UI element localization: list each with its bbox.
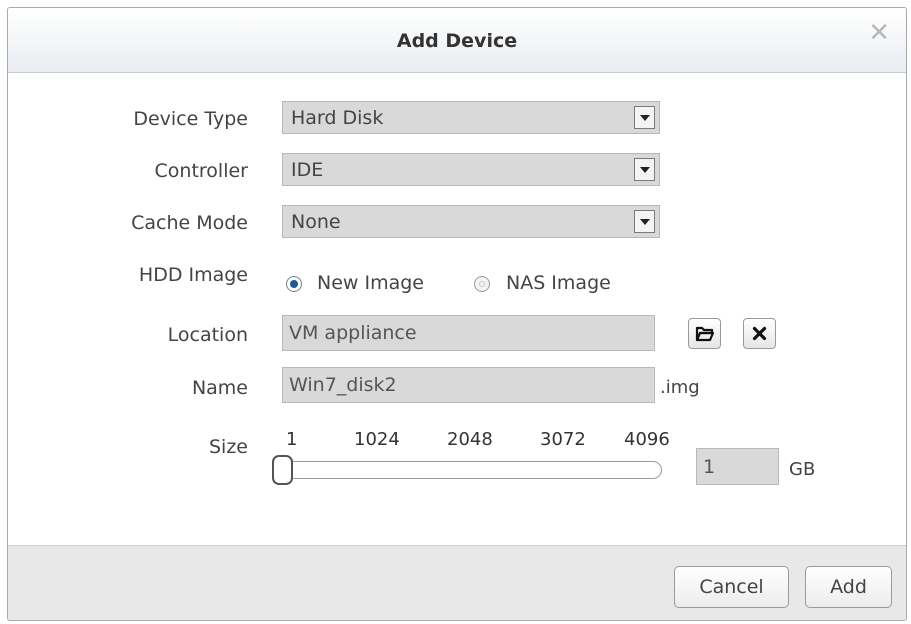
device-type-label: Device Type — [133, 108, 248, 130]
size-slider-handle[interactable] — [272, 455, 293, 485]
dialog-title: Add Device — [396, 30, 518, 52]
chevron-down-icon[interactable] — [634, 106, 655, 129]
device-type-select[interactable]: Hard Disk — [282, 101, 660, 134]
size-unit: GB — [789, 459, 816, 480]
size-field[interactable]: 1 — [696, 448, 779, 485]
size-slider-track[interactable] — [284, 461, 662, 479]
clear-button[interactable] — [743, 318, 776, 349]
chevron-down-icon[interactable] — [634, 210, 655, 233]
nas-image-label[interactable]: NAS Image — [506, 272, 611, 294]
location-field[interactable]: VM appliance — [282, 315, 655, 351]
size-tick: 4096 — [624, 429, 670, 450]
new-image-label[interactable]: New Image — [317, 272, 424, 294]
size-tick: 1 — [286, 429, 298, 450]
chevron-down-icon[interactable] — [634, 158, 655, 181]
location-label: Location — [167, 324, 248, 346]
close-icon[interactable]: ✕ — [868, 20, 890, 46]
add-button[interactable]: Add — [805, 566, 892, 608]
folder-open-icon — [695, 326, 715, 342]
size-tick: 1024 — [354, 429, 400, 450]
size-tick: 3072 — [540, 429, 586, 450]
controller-label: Controller — [154, 160, 248, 182]
name-field[interactable]: Win7_disk2 — [282, 367, 655, 403]
dialog-footer: Cancel Add — [8, 545, 906, 620]
clear-x-icon — [752, 326, 767, 341]
controller-value: IDE — [291, 159, 324, 181]
browse-button[interactable] — [688, 318, 721, 349]
cache-mode-label: Cache Mode — [131, 212, 248, 234]
nas-image-radio[interactable] — [474, 276, 490, 292]
cancel-button[interactable]: Cancel — [674, 566, 789, 608]
device-type-value: Hard Disk — [291, 107, 384, 129]
size-tick: 2048 — [447, 429, 493, 450]
controller-select[interactable]: IDE — [282, 153, 660, 186]
name-suffix: .img — [660, 377, 700, 398]
add-device-dialog: Add Device ✕ Device Type Hard Disk Contr… — [7, 7, 907, 621]
cache-mode-select[interactable]: None — [282, 205, 660, 238]
cache-mode-value: None — [291, 211, 341, 233]
size-label: Size — [208, 436, 248, 458]
dialog-titlebar: Add Device ✕ — [8, 8, 906, 73]
name-label: Name — [191, 377, 248, 399]
hdd-image-label: HDD Image — [138, 264, 248, 286]
new-image-radio[interactable] — [286, 276, 302, 292]
